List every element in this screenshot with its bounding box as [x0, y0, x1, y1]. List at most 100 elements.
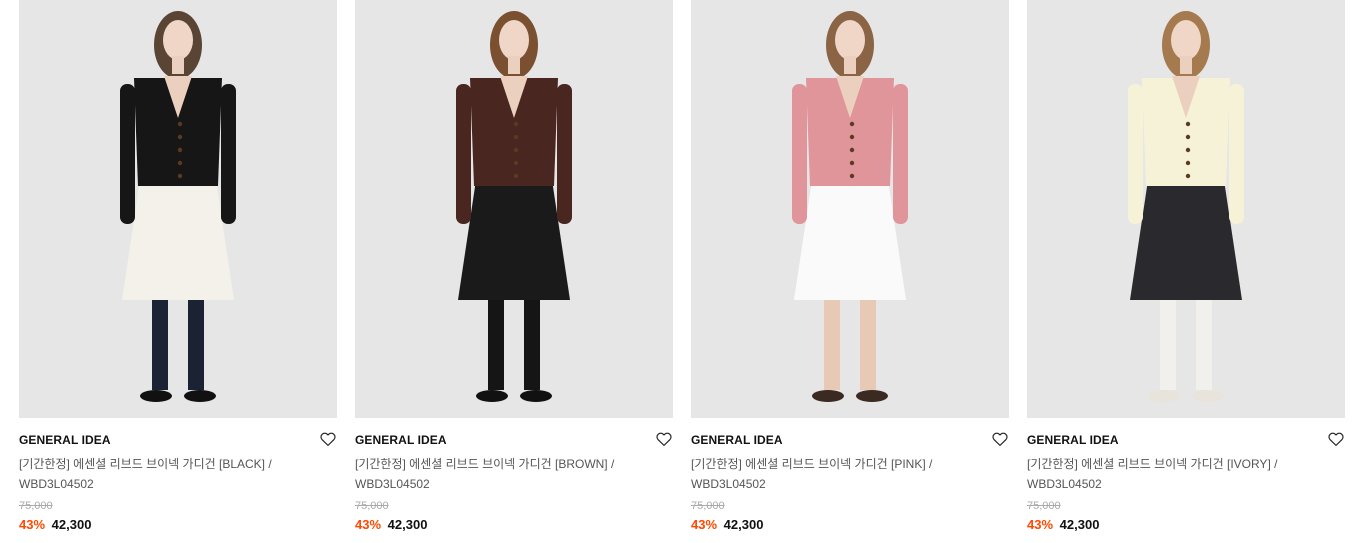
left-arm	[1128, 84, 1143, 224]
discount-rate: 43%	[19, 517, 46, 532]
product-card[interactable]: GENERAL IDEA [기간한정] 에센셜 리브드 브이넥 가디건 [IVO…	[1027, 0, 1345, 532]
right-arm	[221, 84, 236, 224]
product-card[interactable]: GENERAL IDEA [기간한정] 에센셜 리브드 브이넥 가디건 [BLA…	[19, 0, 337, 532]
product-name-line1: [기간한정] 에센셜 리브드 브이넥 가디건 [IVORY] /	[1027, 457, 1278, 471]
cardigan-button	[177, 173, 183, 179]
product-name-line1: [기간한정] 에센셜 리브드 브이넥 가디건 [BLACK] /	[19, 457, 272, 471]
left-shoe	[140, 390, 172, 402]
brand-name[interactable]: GENERAL IDEA	[355, 433, 673, 447]
original-price: 75,000	[19, 500, 53, 512]
cardigan-button	[1185, 147, 1191, 153]
cardigan-button	[1185, 160, 1191, 166]
neck	[844, 56, 856, 74]
sale-price: 42,300	[1059, 517, 1100, 532]
product-info: GENERAL IDEA [기간한정] 에센셜 리브드 브이넥 가디건 [IVO…	[1027, 418, 1345, 532]
cardigan-button	[849, 147, 855, 153]
cardigan-button	[177, 134, 183, 140]
model-figure	[19, 0, 337, 418]
brand-name[interactable]: GENERAL IDEA	[1027, 433, 1345, 447]
product-photo[interactable]	[19, 0, 337, 418]
right-arm	[1229, 84, 1244, 224]
original-price: 75,000	[1027, 500, 1061, 512]
model-figure	[355, 0, 673, 418]
product-code: WBD3L04502	[19, 477, 94, 491]
sale-price: 42,300	[723, 517, 764, 532]
cardigan-button	[513, 160, 519, 166]
product-grid: GENERAL IDEA [기간한정] 에센셜 리브드 브이넥 가디건 [BLA…	[0, 0, 1354, 543]
left-arm	[120, 84, 135, 224]
right-arm	[557, 84, 572, 224]
right-shoe	[1192, 390, 1224, 402]
cardigan-button	[1185, 173, 1191, 179]
discount-rate: 43%	[355, 517, 382, 532]
cardigan-button	[513, 134, 519, 140]
original-price: 75,000	[691, 500, 725, 512]
product-name[interactable]: [기간한정] 에센셜 리브드 브이넥 가디건 [IVORY] / WBD3L04…	[1027, 454, 1317, 494]
cardigan-button	[177, 121, 183, 127]
product-info: GENERAL IDEA [기간한정] 에센셜 리브드 브이넥 가디건 [PIN…	[691, 418, 1009, 532]
neck	[1180, 56, 1192, 74]
heart-icon[interactable]	[1327, 430, 1345, 448]
face	[1171, 20, 1201, 60]
price-row: 43% 42,300	[355, 517, 673, 532]
face	[835, 20, 865, 60]
model-figure	[691, 0, 1009, 418]
left-shoe	[476, 390, 508, 402]
product-name[interactable]: [기간한정] 에센셜 리브드 브이넥 가디건 [BROWN] / WBD3L04…	[355, 454, 645, 494]
cardigan-button	[513, 121, 519, 127]
right-shoe	[520, 390, 552, 402]
cardigan-button	[849, 160, 855, 166]
product-name[interactable]: [기간한정] 에센셜 리브드 브이넥 가디건 [BLACK] / WBD3L04…	[19, 454, 309, 494]
face	[163, 20, 193, 60]
right-arm	[893, 84, 908, 224]
right-shoe	[184, 390, 216, 402]
left-shoe	[1148, 390, 1180, 402]
bottom-garment	[122, 180, 234, 300]
neck	[508, 56, 520, 74]
price-row: 43% 42,300	[1027, 517, 1345, 532]
bottom-garment	[458, 180, 570, 300]
left-arm	[792, 84, 807, 224]
heart-icon[interactable]	[655, 430, 673, 448]
original-price: 75,000	[355, 500, 389, 512]
product-name-line1: [기간한정] 에센셜 리브드 브이넥 가디건 [BROWN] /	[355, 457, 615, 471]
cardigan-button	[849, 134, 855, 140]
right-shoe	[856, 390, 888, 402]
sale-price: 42,300	[387, 517, 428, 532]
neck	[172, 56, 184, 74]
product-photo[interactable]	[1027, 0, 1345, 418]
cardigan-button	[1185, 134, 1191, 140]
cardigan-button	[177, 147, 183, 153]
product-code: WBD3L04502	[355, 477, 430, 491]
cardigan-button	[1185, 121, 1191, 127]
cardigan-button	[177, 160, 183, 166]
product-info: GENERAL IDEA [기간한정] 에센셜 리브드 브이넥 가디건 [BLA…	[19, 418, 337, 532]
discount-rate: 43%	[1027, 517, 1054, 532]
product-info: GENERAL IDEA [기간한정] 에센셜 리브드 브이넥 가디건 [BRO…	[355, 418, 673, 532]
model-figure	[1027, 0, 1345, 418]
cardigan-button	[849, 121, 855, 127]
bottom-garment	[1130, 180, 1242, 300]
cardigan-button	[849, 173, 855, 179]
left-arm	[456, 84, 471, 224]
product-photo[interactable]	[691, 0, 1009, 418]
heart-icon[interactable]	[319, 430, 337, 448]
brand-name[interactable]: GENERAL IDEA	[691, 433, 1009, 447]
face	[499, 20, 529, 60]
product-name[interactable]: [기간한정] 에센셜 리브드 브이넥 가디건 [PINK] / WBD3L045…	[691, 454, 981, 494]
cardigan-button	[513, 173, 519, 179]
discount-rate: 43%	[691, 517, 718, 532]
brand-name[interactable]: GENERAL IDEA	[19, 433, 337, 447]
left-shoe	[812, 390, 844, 402]
product-photo[interactable]	[355, 0, 673, 418]
product-card[interactable]: GENERAL IDEA [기간한정] 에센셜 리브드 브이넥 가디건 [BRO…	[355, 0, 673, 532]
sale-price: 42,300	[51, 517, 92, 532]
price-row: 43% 42,300	[691, 517, 1009, 532]
product-card[interactable]: GENERAL IDEA [기간한정] 에센셜 리브드 브이넥 가디건 [PIN…	[691, 0, 1009, 532]
bottom-garment	[794, 180, 906, 300]
product-code: WBD3L04502	[691, 477, 766, 491]
cardigan-button	[513, 147, 519, 153]
product-name-line1: [기간한정] 에센셜 리브드 브이넥 가디건 [PINK] /	[691, 457, 933, 471]
heart-icon[interactable]	[991, 430, 1009, 448]
product-code: WBD3L04502	[1027, 477, 1102, 491]
